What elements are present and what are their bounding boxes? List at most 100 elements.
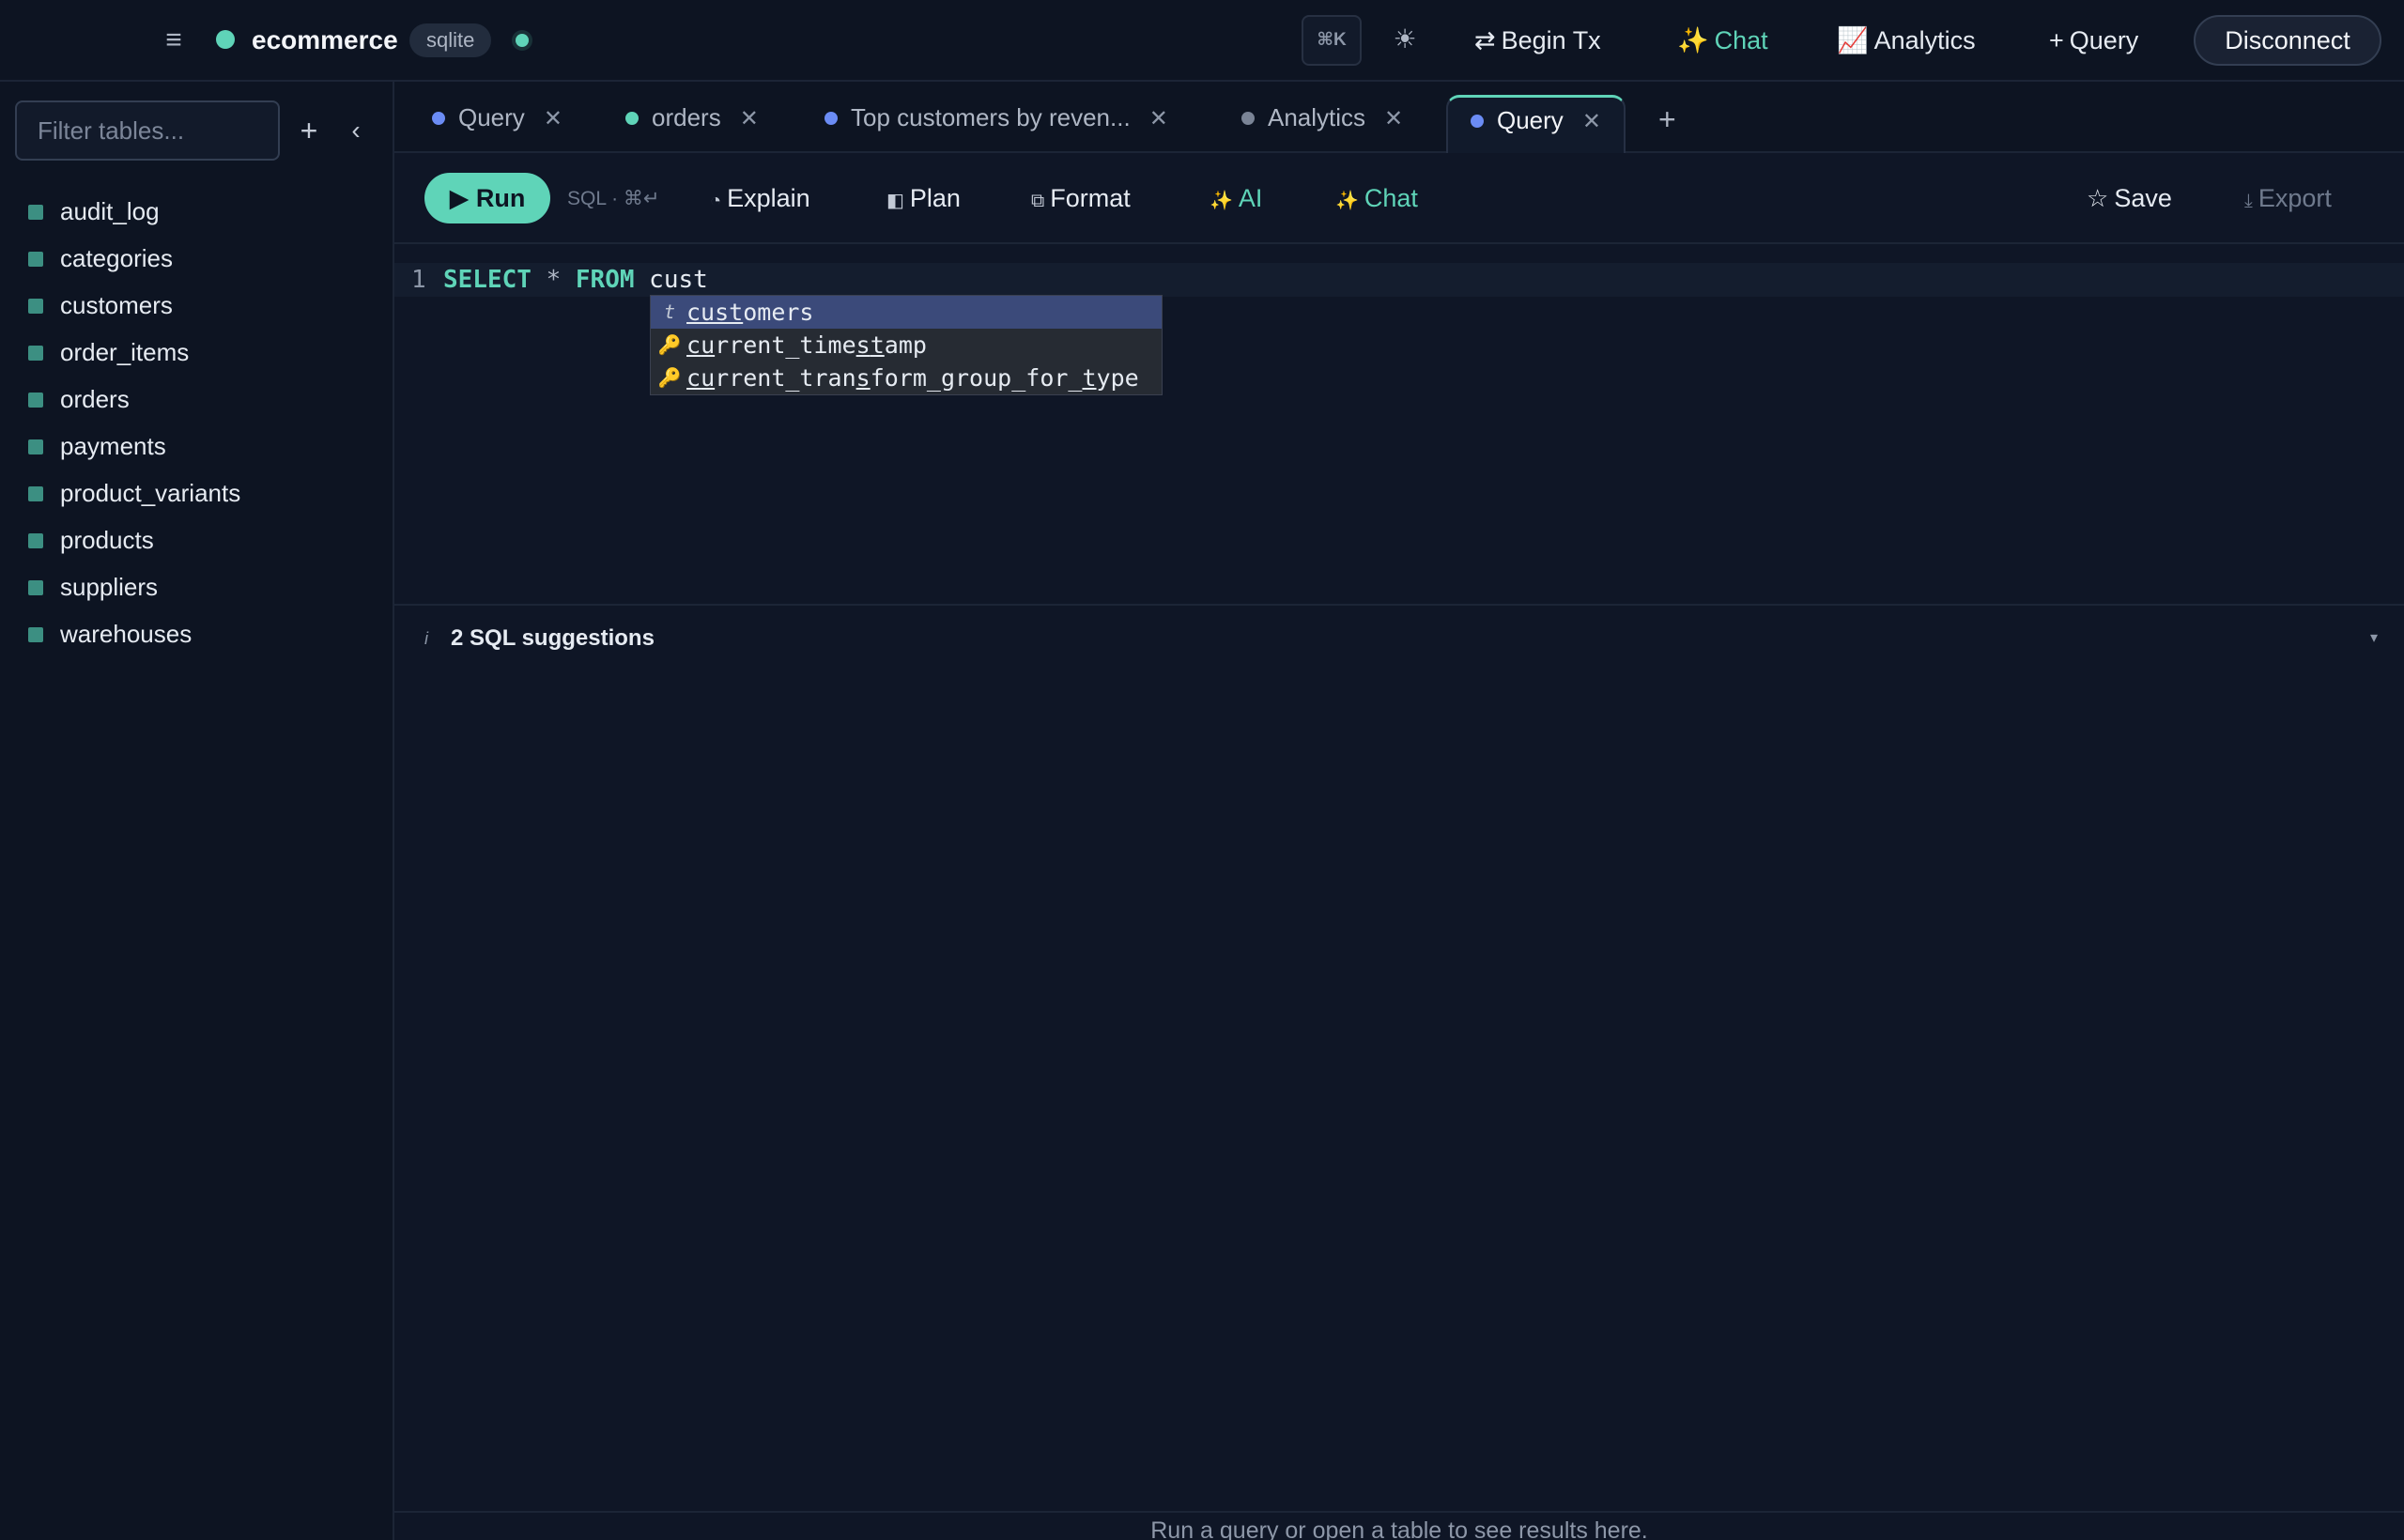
close-icon[interactable]: ✕ xyxy=(1149,106,1168,131)
autocomplete-item-customers[interactable]: t customers xyxy=(651,296,1162,329)
table-item[interactable]: categories xyxy=(0,235,394,282)
table-icon xyxy=(28,346,43,361)
table-icon xyxy=(28,627,43,642)
chat-label: Chat xyxy=(1714,26,1768,54)
explain-label: Explain xyxy=(727,184,810,212)
tab-dot xyxy=(1471,115,1484,128)
autocomplete-item-current-timestamp[interactable]: 🔑 current_timestamp xyxy=(651,329,1162,362)
close-icon[interactable]: ✕ xyxy=(740,106,759,131)
run-button[interactable]: ▶ Run xyxy=(424,173,550,223)
collapse-toggle-icon[interactable]: ▾ xyxy=(2370,623,2378,654)
explain-button[interactable]: ◔ Explain xyxy=(710,179,810,217)
table-icon: t xyxy=(663,300,676,323)
tab-bar: Query ✕ orders ✕ Top customers by reven...… xyxy=(394,82,2404,155)
tab-orders[interactable]: orders ✕ xyxy=(625,95,759,153)
autocomplete-text: current_transform_group_for_type xyxy=(686,364,1139,392)
tab-label: Analytics xyxy=(1268,103,1366,131)
save-label: Save xyxy=(2114,184,2172,212)
run-label: Run xyxy=(475,184,526,212)
sidebar: + ‹ audit_log categories customers order… xyxy=(0,82,394,1540)
tab-analytics[interactable]: Analytics ✕ xyxy=(1241,95,1403,153)
results-panel: Run a query or open a table to see resul… xyxy=(394,1511,2404,1540)
tab-query-active[interactable]: Query ✕ xyxy=(1446,95,1626,155)
download-icon: ⤓ xyxy=(2244,191,2253,211)
tab-dot xyxy=(625,112,639,125)
table-icon xyxy=(28,299,43,314)
tab-top-customers[interactable]: Top customers by reven... ✕ xyxy=(824,95,1168,153)
autocomplete-text: current_timestamp xyxy=(686,331,927,359)
autocomplete-rest: omers xyxy=(743,299,814,326)
code-line[interactable]: SELECT * FROM cust xyxy=(443,263,708,297)
table-name: warehouses xyxy=(60,620,193,648)
close-icon[interactable]: ✕ xyxy=(1582,109,1601,134)
begin-transaction-button[interactable]: ⇄ Begin Tx xyxy=(1474,21,1601,60)
table-icon xyxy=(28,486,43,501)
autocomplete-item-current-transform[interactable]: 🔑 current_transform_group_for_type xyxy=(651,362,1162,394)
new-query-button[interactable]: + Query xyxy=(2049,21,2138,60)
table-icon xyxy=(28,393,43,408)
chat-button[interactable]: ✨ Chat xyxy=(1677,21,1768,60)
collapse-sidebar-icon[interactable]: ‹ xyxy=(344,114,368,147)
table-item[interactable]: product_variants xyxy=(0,470,394,516)
chat-toolbar-label: Chat xyxy=(1364,184,1418,212)
table-icon xyxy=(28,580,43,595)
table-list: audit_log categories customers order_ite… xyxy=(0,188,394,657)
add-tab-icon[interactable]: + xyxy=(1658,100,1676,138)
line-number: 1 xyxy=(411,266,426,294)
autocomplete-dropdown: t customers 🔑 current_timestamp 🔑 current_t… xyxy=(650,295,1163,395)
plan-button[interactable]: ◧ Plan xyxy=(886,179,961,217)
table-icon xyxy=(28,533,43,548)
database-name: ecommerce xyxy=(252,25,398,54)
add-table-icon[interactable]: + xyxy=(295,114,323,147)
table-name: products xyxy=(60,526,154,554)
ai-button[interactable]: ✨ AI xyxy=(1210,179,1262,217)
format-label: Format xyxy=(1050,184,1131,212)
database-status-dot xyxy=(216,30,235,49)
table-name: suppliers xyxy=(60,573,159,601)
table-item[interactable]: orders xyxy=(0,376,394,423)
analytics-button[interactable]: 📈 Analytics xyxy=(1837,21,1976,60)
export-label: Export xyxy=(2258,184,2332,212)
new-query-label: Query xyxy=(2069,26,2139,54)
table-item[interactable]: order_items xyxy=(0,329,394,376)
table-name: payments xyxy=(60,432,166,460)
ai-label: AI xyxy=(1238,184,1263,212)
results-empty-message: Run a query or open a table to see resul… xyxy=(1150,1517,1648,1540)
table-item[interactable]: warehouses xyxy=(0,610,394,657)
begin-transaction-label: Begin Tx xyxy=(1501,26,1601,54)
suggestions-title[interactable]: 2 SQL suggestions xyxy=(451,623,655,654)
table-icon xyxy=(28,252,43,267)
sql-editor[interactable]: 1 SELECT * FROM cust t cust omers 🔑 current… xyxy=(394,244,2404,606)
hamburger-icon[interactable]: ≡ xyxy=(160,26,188,54)
table-name: product_variants xyxy=(60,479,241,507)
copy-format-icon: ⧉ xyxy=(1031,191,1045,211)
table-item[interactable]: suppliers xyxy=(0,563,394,610)
filter-tables-input[interactable] xyxy=(15,100,280,161)
chat-toolbar-button[interactable]: ✨ Chat xyxy=(1335,179,1418,217)
editor-toolbar: ▶ Run SQL · ⌘↵ ◔ Explain ◧ Plan ⧉ Format ✨ A… xyxy=(394,153,2404,244)
disconnect-button[interactable]: Disconnect xyxy=(2194,15,2381,66)
command-palette-button[interactable]: ⌘K xyxy=(1302,15,1362,66)
close-icon[interactable]: ✕ xyxy=(544,106,562,131)
tab-label: orders xyxy=(652,103,721,131)
tab-query[interactable]: Query ✕ xyxy=(432,95,562,153)
close-icon[interactable]: ✕ xyxy=(1384,106,1403,131)
chart-icon: 📈 xyxy=(1837,26,1869,54)
format-button[interactable]: ⧉ Format xyxy=(1031,179,1131,217)
table-item[interactable]: customers xyxy=(0,282,394,329)
table-name: orders xyxy=(60,385,130,413)
export-button[interactable]: ⤓ Export xyxy=(2244,179,2332,217)
table-item[interactable]: payments xyxy=(0,423,394,470)
plan-label: Plan xyxy=(909,184,961,212)
table-name: audit_log xyxy=(60,197,160,225)
sun-icon[interactable]: ☀ xyxy=(1388,23,1422,56)
keyword-select: SELECT xyxy=(443,266,532,294)
database-engine-badge: sqlite xyxy=(409,23,492,57)
table-item[interactable]: products xyxy=(0,516,394,563)
play-icon: ▶ xyxy=(449,184,470,212)
swap-arrows-icon: ⇄ xyxy=(1474,26,1496,54)
sparkles-icon: ✨ xyxy=(1677,26,1709,54)
identifier-token: cust xyxy=(649,266,708,294)
table-item[interactable]: audit_log xyxy=(0,188,394,235)
save-button[interactable]: ☆ Save xyxy=(2087,179,2172,217)
